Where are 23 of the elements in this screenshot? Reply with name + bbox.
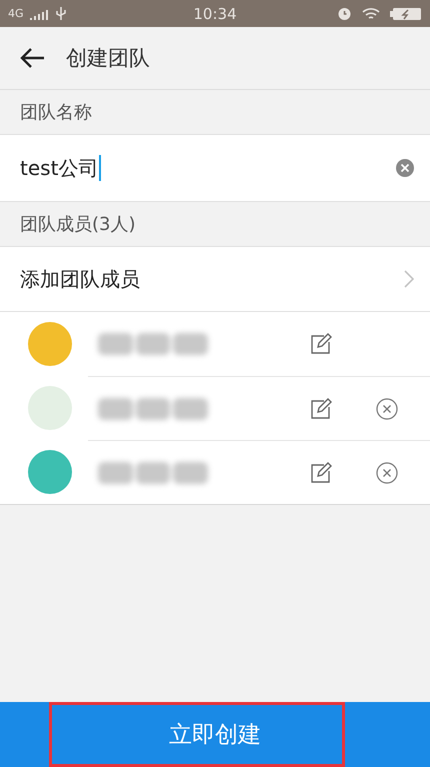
edit-button[interactable] bbox=[310, 398, 332, 420]
edit-button[interactable] bbox=[310, 462, 332, 484]
create-button[interactable]: 立即创建 bbox=[157, 713, 273, 756]
wifi-icon bbox=[362, 6, 380, 20]
battery-icon bbox=[390, 6, 422, 20]
team-name-field[interactable]: test公司 bbox=[0, 135, 430, 202]
usb-icon bbox=[56, 6, 66, 21]
section-label: 团队成员(3人) bbox=[20, 213, 136, 236]
network-label: 4G bbox=[8, 7, 24, 20]
signal-icon bbox=[28, 8, 51, 20]
clear-button[interactable] bbox=[396, 159, 414, 177]
back-button[interactable] bbox=[20, 47, 46, 69]
edit-button[interactable] bbox=[310, 333, 332, 355]
status-time: 10:34 bbox=[193, 4, 237, 22]
page-title: 创建团队 bbox=[66, 45, 150, 72]
remove-button[interactable] bbox=[376, 398, 398, 420]
section-label: 团队名称 bbox=[20, 101, 92, 124]
field-value: test公司 bbox=[20, 154, 98, 182]
text-cursor bbox=[99, 155, 102, 181]
chevron-icon bbox=[404, 270, 414, 288]
alarm-icon bbox=[337, 6, 352, 21]
remove-button[interactable] bbox=[376, 462, 398, 484]
add-member-item[interactable]: 添加团队成员 bbox=[0, 247, 430, 312]
